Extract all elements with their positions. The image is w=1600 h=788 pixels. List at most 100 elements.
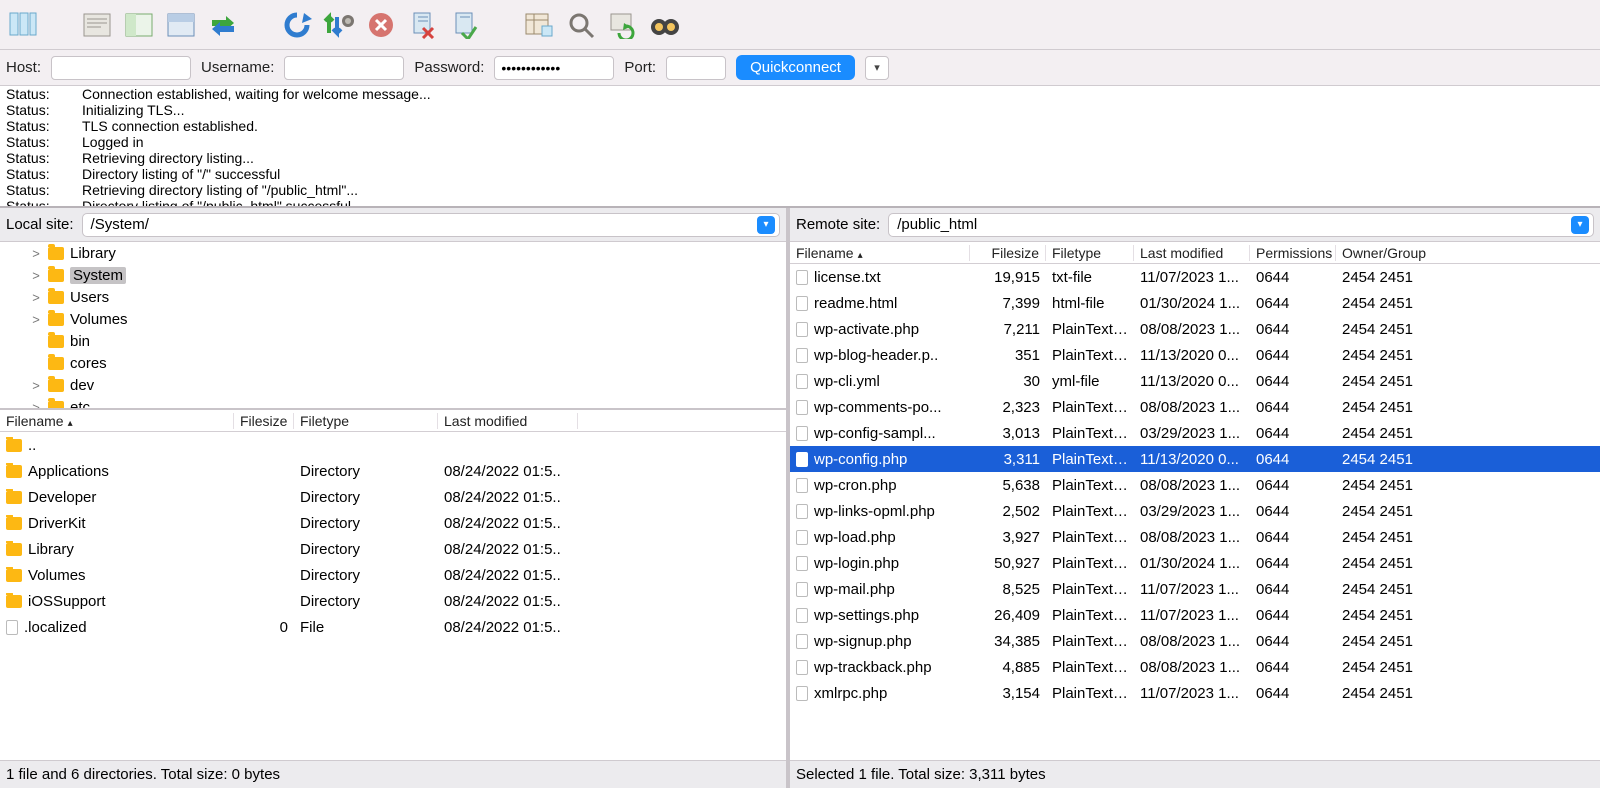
quickconnect-button[interactable]: Quickconnect [736, 55, 855, 80]
local-file-list[interactable]: ..ApplicationsDirectory08/24/2022 01:5..… [0, 432, 786, 760]
list-item[interactable]: wp-load.php3,927PlainTextT..08/08/2023 1… [790, 524, 1600, 550]
permissions: 0644 [1250, 451, 1336, 468]
toggle-transfer-icon[interactable] [204, 6, 242, 44]
expand-icon[interactable]: > [30, 312, 42, 327]
binoculars-icon[interactable] [646, 6, 684, 44]
col-owner-group[interactable]: Owner/Group [1336, 245, 1424, 261]
list-item[interactable]: wp-config-sampl...3,013PlainTextT..03/29… [790, 420, 1600, 446]
list-item[interactable]: wp-mail.php8,525PlainTextT..11/07/2023 1… [790, 576, 1600, 602]
list-item[interactable]: ApplicationsDirectory08/24/2022 01:5.. [0, 458, 786, 484]
tree-item[interactable]: >dev [0, 374, 786, 396]
toggle-log-icon[interactable] [78, 6, 116, 44]
list-item[interactable]: wp-settings.php26,409PlainTextT..11/07/2… [790, 602, 1600, 628]
disconnect-icon[interactable] [404, 6, 442, 44]
toggle-queue-icon[interactable] [162, 6, 200, 44]
owner-group: 2454 2451 [1336, 269, 1424, 286]
filename: wp-login.php [814, 555, 899, 572]
file-icon [796, 634, 808, 649]
filelist-filter-icon[interactable] [520, 6, 558, 44]
filesize: 2,323 [970, 399, 1046, 416]
compare-icon[interactable] [604, 6, 642, 44]
list-item[interactable]: readme.html7,399html-file01/30/2024 1...… [790, 290, 1600, 316]
port-input[interactable] [666, 56, 726, 80]
list-item[interactable]: DriverKitDirectory08/24/2022 01:5.. [0, 510, 786, 536]
remote-file-list[interactable]: license.txt19,915txt-file11/07/2023 1...… [790, 264, 1600, 760]
list-item[interactable]: xmlrpc.php3,154PlainTextT..11/07/2023 1.… [790, 680, 1600, 706]
sitemanager-icon[interactable] [4, 6, 42, 44]
list-item[interactable]: wp-links-opml.php2,502PlainTextT..03/29/… [790, 498, 1600, 524]
list-item[interactable]: wp-signup.php34,385PlainTextT..08/08/202… [790, 628, 1600, 654]
log-line: Status:Logged in [0, 134, 1600, 150]
cancel-icon[interactable] [362, 6, 400, 44]
last-modified: 08/24/2022 01:5.. [438, 567, 578, 584]
list-item[interactable]: wp-comments-po...2,323PlainTextT..08/08/… [790, 394, 1600, 420]
list-item[interactable]: VolumesDirectory08/24/2022 01:5.. [0, 562, 786, 588]
expand-icon[interactable]: > [30, 246, 42, 261]
reconnect-icon[interactable] [446, 6, 484, 44]
list-item[interactable]: .. [0, 432, 786, 458]
list-item[interactable]: wp-blog-header.p..351PlainTextT..11/13/2… [790, 342, 1600, 368]
tree-item[interactable]: >System [0, 264, 786, 286]
list-item[interactable]: wp-trackback.php4,885PlainTextT..08/08/2… [790, 654, 1600, 680]
local-site-label: Local site: [6, 216, 74, 233]
col-filesize[interactable]: Filesize [970, 245, 1046, 261]
col-filename[interactable]: Filename▴ [0, 413, 234, 429]
host-input[interactable] [51, 56, 191, 80]
list-item[interactable]: wp-cron.php5,638PlainTextT..08/08/2023 1… [790, 472, 1600, 498]
folder-icon [48, 313, 64, 326]
list-item[interactable]: DeveloperDirectory08/24/2022 01:5.. [0, 484, 786, 510]
col-filesize[interactable]: Filesize [234, 413, 294, 429]
filetype: PlainTextT.. [1046, 555, 1134, 572]
tree-item[interactable]: bin [0, 330, 786, 352]
process-queue-icon[interactable] [320, 6, 358, 44]
filetype: Directory [294, 463, 438, 480]
filename: wp-activate.php [814, 321, 919, 338]
expand-icon[interactable]: > [30, 290, 42, 305]
tree-item-label: Library [70, 245, 116, 262]
toggle-tree-icon[interactable] [120, 6, 158, 44]
tree-item[interactable]: >Users [0, 286, 786, 308]
last-modified: 08/08/2023 1... [1134, 659, 1250, 676]
file-icon [796, 608, 808, 623]
filetype: txt-file [1046, 269, 1134, 286]
username-label: Username: [201, 59, 274, 76]
col-filename[interactable]: Filename▴ [790, 245, 970, 261]
permissions: 0644 [1250, 347, 1336, 364]
col-filetype[interactable]: Filetype [294, 413, 438, 429]
log-msg: TLS connection established. [82, 118, 258, 134]
list-item[interactable]: wp-login.php50,927PlainTextT..01/30/2024… [790, 550, 1600, 576]
list-item[interactable]: .localized0File08/24/2022 01:5.. [0, 614, 786, 640]
col-last-modified[interactable]: Last modified [438, 413, 578, 429]
owner-group: 2454 2451 [1336, 425, 1424, 442]
list-item[interactable]: wp-cli.yml30yml-file11/13/2020 0...06442… [790, 368, 1600, 394]
search-icon[interactable] [562, 6, 600, 44]
col-permissions[interactable]: Permissions [1250, 245, 1336, 261]
list-item[interactable]: license.txt19,915txt-file11/07/2023 1...… [790, 264, 1600, 290]
local-path-select[interactable]: /System/ ▾ [82, 213, 780, 237]
owner-group: 2454 2451 [1336, 685, 1424, 702]
username-input[interactable] [284, 56, 404, 80]
list-item[interactable]: wp-activate.php7,211PlainTextT..08/08/20… [790, 316, 1600, 342]
message-log[interactable]: Status:Connection established, waiting f… [0, 86, 1600, 208]
list-item[interactable]: LibraryDirectory08/24/2022 01:5.. [0, 536, 786, 562]
folder-icon [48, 379, 64, 392]
folder-icon [6, 439, 22, 452]
expand-icon[interactable]: > [30, 378, 42, 393]
tree-item[interactable]: cores [0, 352, 786, 374]
col-filetype[interactable]: Filetype [1046, 245, 1134, 261]
list-item[interactable]: wp-config.php3,311PlainTextT..11/13/2020… [790, 446, 1600, 472]
local-directory-tree[interactable]: > Library >System>Users>Volumesbincores>de… [0, 242, 786, 410]
tree-item[interactable]: >etc [0, 396, 786, 410]
tree-item[interactable]: >Volumes [0, 308, 786, 330]
filename: Library [28, 541, 74, 558]
tree-item[interactable]: > Library [0, 242, 786, 264]
remote-path-select[interactable]: /public_html ▾ [888, 213, 1594, 237]
expand-icon[interactable]: > [30, 400, 42, 411]
refresh-icon[interactable] [278, 6, 316, 44]
password-input[interactable] [494, 56, 614, 80]
quickconnect-history-dropdown[interactable]: ▾ [865, 56, 889, 80]
filetype: html-file [1046, 295, 1134, 312]
expand-icon[interactable]: > [30, 268, 42, 283]
list-item[interactable]: iOSSupportDirectory08/24/2022 01:5.. [0, 588, 786, 614]
col-last-modified[interactable]: Last modified [1134, 245, 1250, 261]
